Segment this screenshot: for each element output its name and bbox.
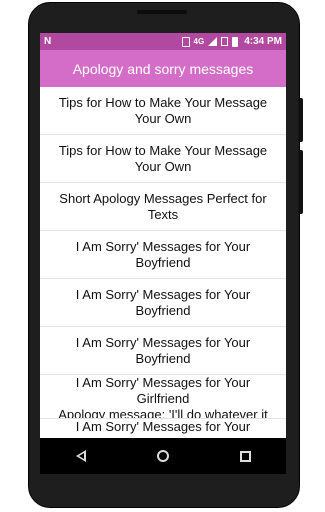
screen: N 4G 4:34 PM Apology and sorry messages … (40, 33, 286, 438)
app-bar: Apology and sorry messages (40, 50, 286, 87)
battery-icon (232, 36, 239, 47)
list-item[interactable]: I Am Sorry' Messages for Your Girlfriend… (40, 375, 286, 419)
list-item[interactable]: Short Apology Messages Perfect for Texts (40, 183, 286, 231)
power-button (298, 98, 303, 142)
list-item[interactable]: Tips for How to Make Your Message Your O… (40, 87, 286, 135)
app-title: Apology and sorry messages (72, 60, 254, 77)
list-item[interactable]: I Am Sorry' Messages for Your Boyfriend (40, 279, 286, 327)
vibrate-icon (181, 36, 190, 47)
status-bar: N 4G 4:34 PM (40, 33, 286, 50)
speaker-grille (137, 10, 187, 14)
notification-app-icon: N (44, 36, 52, 47)
status-clock: 4:34 PM (244, 36, 282, 47)
sim-icon (221, 37, 229, 46)
list-item[interactable]: I Am Sorry' Messages for Your (40, 419, 286, 438)
volume-button (298, 150, 303, 214)
navigation-bar (40, 438, 286, 474)
list-item[interactable]: I Am Sorry' Messages for Your Boyfriend (40, 231, 286, 279)
network-type-label: 4G (193, 37, 205, 46)
home-icon[interactable] (156, 450, 169, 462)
message-list[interactable]: Tips for How to Make Your Message Your O… (40, 87, 286, 438)
back-icon[interactable] (75, 450, 86, 462)
signal-icon (208, 37, 218, 46)
recents-icon[interactable] (239, 450, 251, 462)
list-item[interactable]: Tips for How to Make Your Message Your O… (40, 135, 286, 183)
list-item[interactable]: I Am Sorry' Messages for Your Boyfriend (40, 327, 286, 375)
